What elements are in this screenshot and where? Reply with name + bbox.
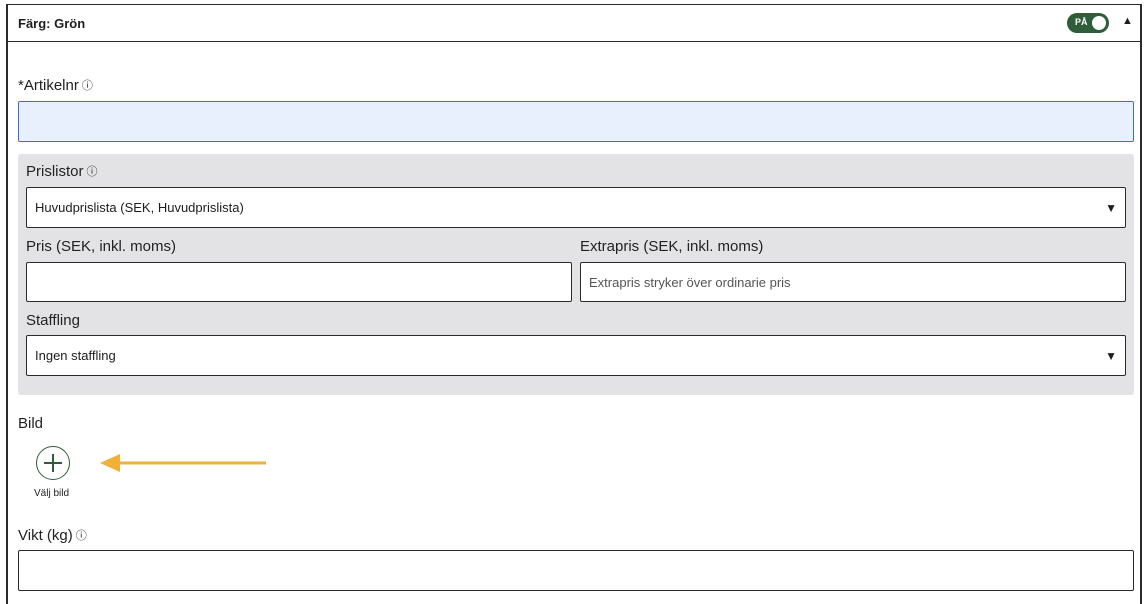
arrow-left-annotation-icon — [100, 454, 266, 472]
pris-label: Pris (SEK, inkl. moms) — [26, 238, 177, 255]
info-icon[interactable]: ⓘ — [87, 166, 98, 178]
vikt-label-text: Vikt (kg) — [18, 527, 73, 544]
extrapris-label: Extrapris (SEK, inkl. moms) — [580, 238, 764, 255]
extrapris-input[interactable]: Extrapris stryker över ordinarie pris — [580, 262, 1126, 302]
plus-icon — [44, 454, 62, 472]
prislistor-selected: Huvudprislista (SEK, Huvudprislista) — [35, 200, 244, 215]
prislistor-label-text: Prislistor — [26, 163, 84, 180]
info-icon[interactable]: ⓘ — [76, 530, 87, 542]
info-icon[interactable]: ⓘ — [82, 80, 93, 92]
artikelnr-label-text: Artikelnr — [23, 77, 79, 94]
vikt-input[interactable] — [18, 550, 1134, 591]
prislistor-label: Prislistor ⓘ — [26, 163, 98, 180]
artikelnr-label: *Artikelnr ⓘ — [18, 77, 93, 94]
caret-up-icon[interactable]: ▲ — [1122, 15, 1133, 27]
staffling-select[interactable]: Ingen staffling ▼ — [26, 335, 1126, 376]
chevron-down-icon: ▼ — [1105, 348, 1117, 363]
active-toggle[interactable]: PÅ — [1067, 13, 1109, 33]
vikt-label: Vikt (kg) ⓘ — [18, 527, 87, 544]
staffling-selected: Ingen staffling — [35, 348, 116, 363]
variant-header[interactable]: Färg: Grön PÅ ▲ — [8, 4, 1140, 42]
prislistor-select[interactable]: Huvudprislista (SEK, Huvudprislista) ▼ — [26, 187, 1126, 228]
staffling-label: Staffling — [26, 312, 80, 329]
extrapris-placeholder: Extrapris stryker över ordinarie pris — [589, 274, 791, 290]
bild-label: Bild — [18, 415, 44, 432]
pris-input[interactable] — [26, 262, 572, 302]
toggle-label: PÅ — [1075, 17, 1088, 27]
toggle-knob — [1092, 16, 1106, 30]
add-image-button[interactable] — [36, 446, 70, 480]
variant-title: Färg: Grön — [18, 16, 86, 31]
chevron-down-icon: ▼ — [1105, 200, 1117, 215]
add-image-label[interactable]: Välj bild — [34, 488, 69, 499]
artikelnr-input[interactable] — [18, 101, 1134, 142]
